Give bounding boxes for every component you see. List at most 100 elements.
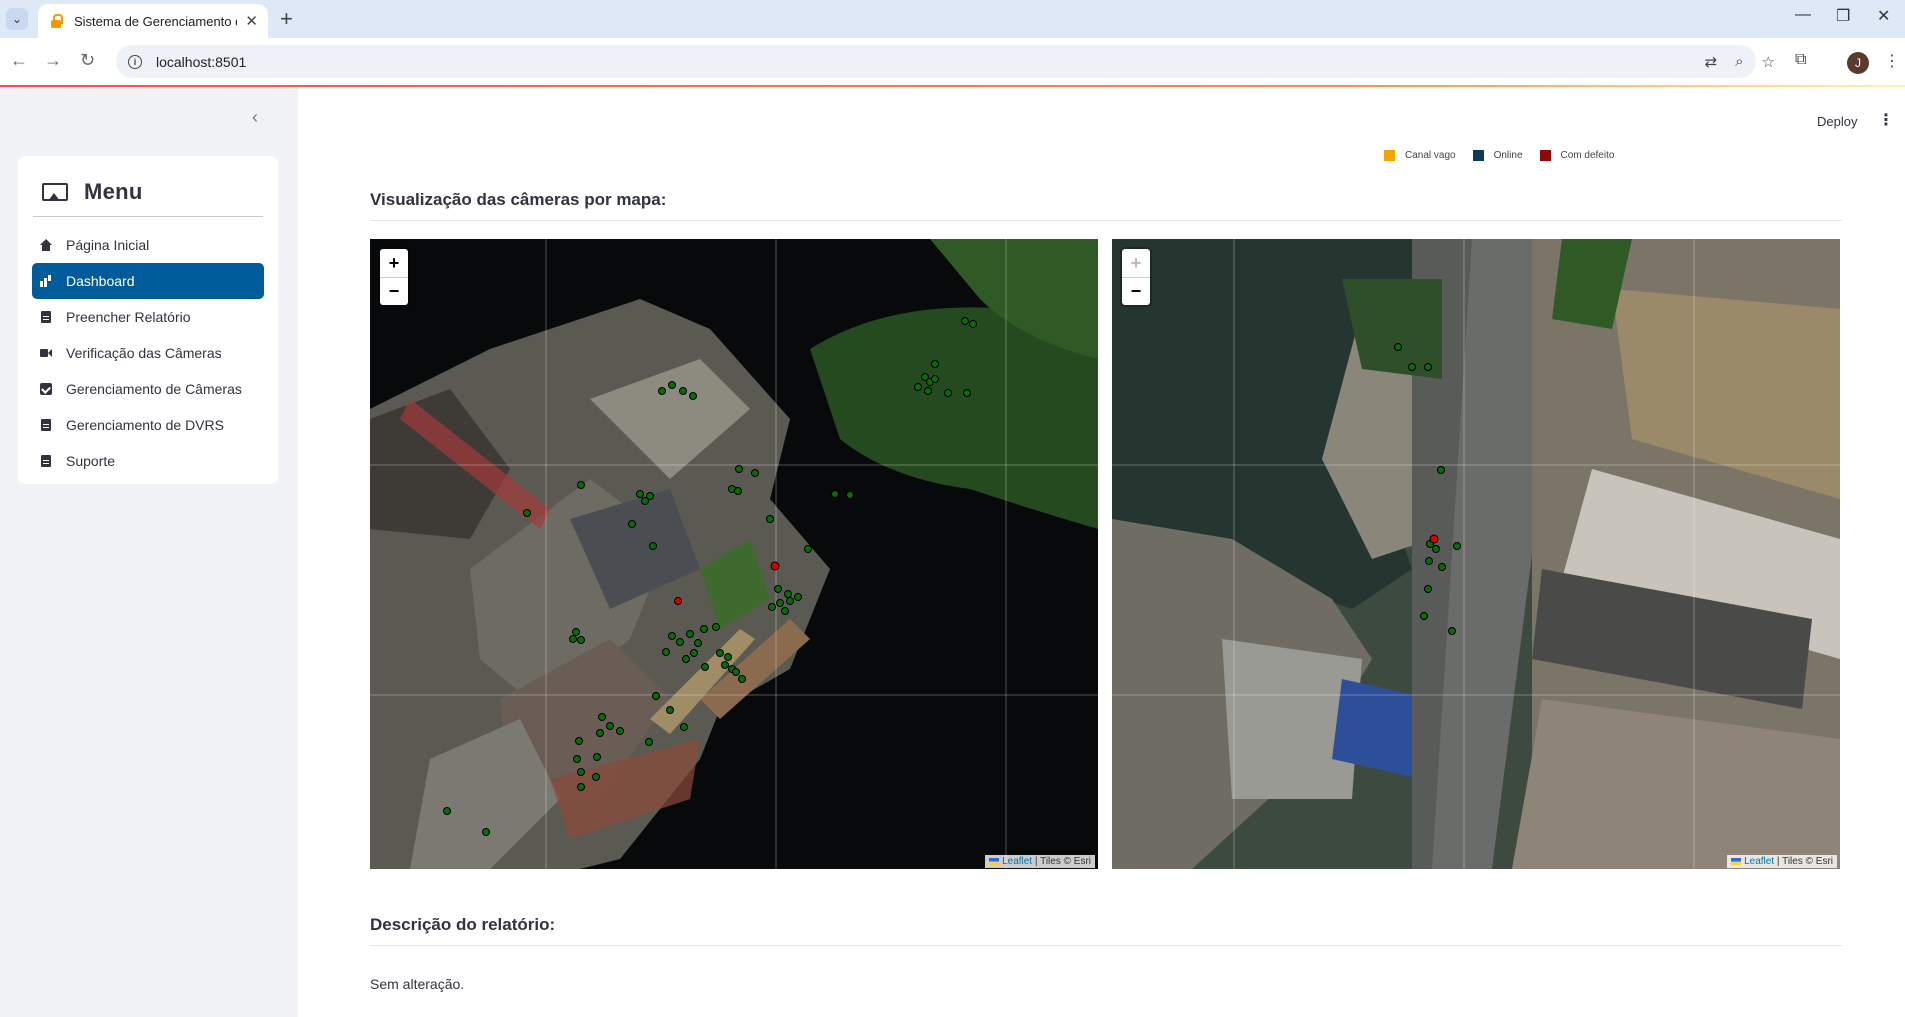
camera-marker[interactable] [734,487,742,495]
camera-marker[interactable] [482,828,490,836]
camera-marker[interactable] [738,675,746,683]
camera-map-shipyard[interactable]: + − Leaflet | Tiles © Esri [370,239,1098,869]
camera-map-highway[interactable]: + − Leaflet | Tiles © Esri [1112,239,1840,869]
menu-item-dashboard[interactable]: Dashboard [32,263,264,299]
zoom-icon[interactable]: ⌕ [1735,53,1743,71]
camera-marker[interactable] [804,545,812,553]
camera-marker[interactable] [712,623,720,631]
camera-marker[interactable] [577,481,585,489]
camera-marker[interactable] [781,607,789,615]
tab-search-icon[interactable]: ⌄ [6,8,28,30]
camera-marker[interactable] [668,632,676,640]
camera-marker[interactable] [931,360,939,368]
site-info-icon[interactable]: i [128,54,142,69]
camera-marker[interactable] [1438,563,1446,571]
camera-marker[interactable] [700,625,708,633]
reload-icon[interactable]: ↻ [80,50,95,71]
camera-marker[interactable] [523,509,531,517]
camera-marker[interactable] [963,389,971,397]
camera-marker[interactable] [1424,363,1432,371]
browser-menu-icon[interactable]: ⋮ [1884,51,1900,71]
camera-marker[interactable] [666,706,674,714]
camera-marker[interactable] [679,387,687,395]
close-window-icon[interactable]: ✕ [1877,6,1890,26]
camera-marker[interactable] [646,492,654,500]
camera-marker[interactable] [668,381,676,389]
camera-marker[interactable] [766,515,774,523]
camera-marker[interactable] [616,727,624,735]
forward-icon[interactable]: → [44,50,62,71]
camera-marker[interactable] [694,639,702,647]
camera-marker[interactable] [776,599,784,607]
profile-avatar[interactable]: J [1847,52,1869,74]
camera-marker[interactable] [1448,627,1456,635]
camera-marker[interactable] [569,635,577,643]
camera-marker[interactable] [658,387,666,395]
camera-marker[interactable] [682,655,690,663]
menu-item-gerenciamento-dvrs[interactable]: Gerenciamento de DVRS [32,407,264,443]
camera-marker[interactable] [716,649,724,657]
camera-marker[interactable] [831,490,839,498]
camera-marker[interactable] [732,668,740,676]
camera-marker[interactable] [931,375,939,383]
camera-marker[interactable] [784,590,792,598]
camera-marker[interactable] [690,649,698,657]
camera-marker[interactable] [721,661,729,669]
camera-marker[interactable] [1424,585,1432,593]
collapse-sidebar-icon[interactable]: ‹ [252,107,258,128]
camera-marker[interactable] [598,713,606,721]
camera-marker[interactable] [689,392,697,400]
camera-marker[interactable] [573,755,581,763]
camera-marker-defect[interactable] [674,597,682,605]
extensions-icon[interactable]: ⧉ [1795,51,1806,69]
camera-marker[interactable] [924,387,932,395]
camera-marker[interactable] [751,469,759,477]
camera-marker[interactable] [575,737,583,745]
camera-marker[interactable] [577,636,585,644]
leaflet-link[interactable]: Leaflet [1002,856,1032,867]
address-bar[interactable]: i localhost:8501 [116,45,1756,78]
new-tab-icon[interactable]: + [280,6,293,32]
camera-marker[interactable] [1437,466,1445,474]
camera-marker[interactable] [593,753,601,761]
menu-item-pagina-inicial[interactable]: Página Inicial [32,227,264,263]
camera-marker-defect[interactable] [1429,534,1439,544]
menu-item-suporte[interactable]: Suporte [32,443,264,479]
camera-marker[interactable] [662,648,670,656]
camera-marker[interactable] [606,722,614,730]
deploy-button[interactable]: Deploy [1817,114,1857,129]
camera-marker[interactable] [846,491,854,499]
camera-marker[interactable] [794,593,802,601]
camera-marker[interactable] [592,773,600,781]
camera-marker[interactable] [961,317,969,325]
menu-item-preencher-relatorio[interactable]: Preencher Relatório [32,299,264,335]
camera-marker[interactable] [1394,343,1402,351]
camera-marker[interactable] [628,520,636,528]
camera-marker[interactable] [649,542,657,550]
camera-marker[interactable] [735,465,743,473]
zoom-in-button[interactable]: + [380,249,408,277]
camera-marker[interactable] [645,738,653,746]
menu-item-verificacao-cameras[interactable]: Verificação das Câmeras [32,335,264,371]
camera-marker[interactable] [1432,545,1440,553]
browser-tab[interactable]: Sistema de Gerenciamento de C ✕ [38,4,268,38]
camera-marker[interactable] [1453,542,1461,550]
camera-marker[interactable] [969,320,977,328]
camera-marker[interactable] [944,389,952,397]
minimize-window-icon[interactable]: — [1795,6,1811,24]
camera-marker[interactable] [701,663,709,671]
camera-marker[interactable] [774,585,782,593]
zoom-out-button[interactable]: − [1122,277,1150,305]
camera-marker[interactable] [768,603,776,611]
main-menu-icon[interactable]: ⋮ [1878,110,1894,130]
camera-marker[interactable] [1408,363,1416,371]
bookmark-star-icon[interactable]: ☆ [1762,53,1775,71]
camera-marker[interactable] [596,729,604,737]
restore-window-icon[interactable]: ❐ [1836,6,1850,26]
camera-marker[interactable] [786,597,794,605]
camera-marker[interactable] [686,630,694,638]
camera-marker[interactable] [1425,557,1433,565]
camera-marker[interactable] [1420,612,1428,620]
camera-marker[interactable] [572,628,580,636]
close-tab-icon[interactable]: ✕ [245,12,258,30]
